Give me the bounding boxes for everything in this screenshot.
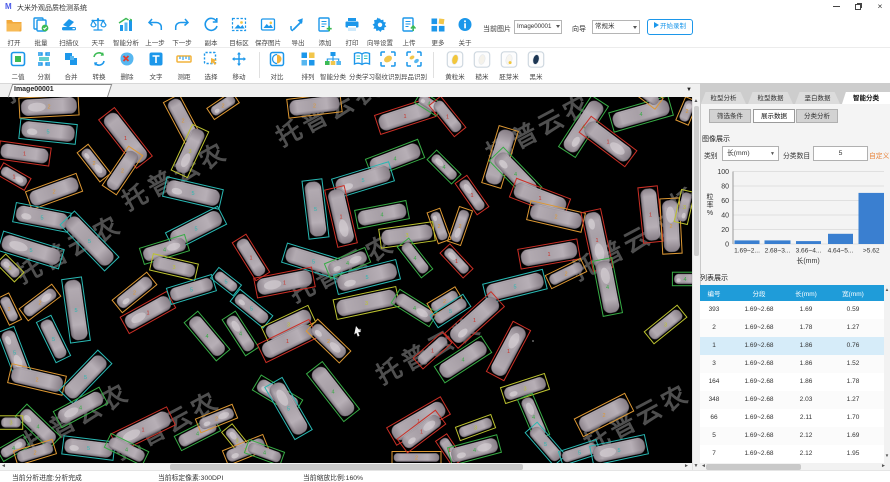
svg-text:2.68~3...: 2.68~3... xyxy=(765,248,791,255)
svg-text:60: 60 xyxy=(721,198,729,205)
svg-text:长(mm): 长(mm) xyxy=(796,256,819,265)
svg-text:40: 40 xyxy=(721,212,729,219)
svg-text:0: 0 xyxy=(725,241,729,248)
svg-text:粒: 粒 xyxy=(707,192,714,201)
svg-text:100: 100 xyxy=(717,169,729,176)
svg-text:率: 率 xyxy=(707,200,714,209)
svg-text:%: % xyxy=(707,210,713,217)
svg-text:>5.62: >5.62 xyxy=(863,248,880,255)
svg-text:4.64~5...: 4.64~5... xyxy=(828,248,854,255)
svg-text:1.69~2...: 1.69~2... xyxy=(734,248,760,255)
svg-text:80: 80 xyxy=(721,183,729,190)
svg-text:20: 20 xyxy=(721,227,729,234)
svg-text:3.66~4...: 3.66~4... xyxy=(796,248,822,255)
